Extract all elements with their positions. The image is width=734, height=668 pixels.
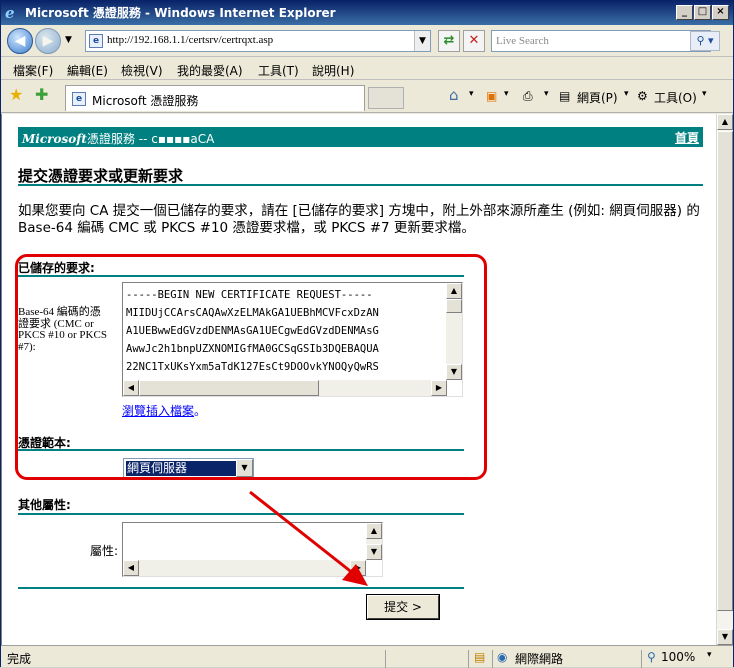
template-selected-value[interactable]: 網頁伺服器 [125, 460, 237, 477]
minimize-button[interactable]: _ [676, 5, 693, 20]
zoom-dropdown-icon[interactable]: ▾ [707, 650, 712, 660]
scroll-left-icon[interactable]: ◀ [123, 380, 139, 396]
stop-icon[interactable]: ✕ [463, 30, 485, 52]
home-dropdown-icon[interactable]: ▾ [469, 89, 474, 99]
status-separator [385, 650, 386, 668]
search-icon[interactable]: ⚲ ▾ [690, 31, 720, 51]
favorites-star-icon[interactable]: ★ [9, 87, 23, 103]
section-rule [18, 275, 464, 277]
menu-view[interactable]: 檢視(V) [121, 62, 163, 79]
submit-rule [18, 587, 464, 589]
annotation-arrow [249, 490, 368, 586]
print-icon[interactable]: ⎙ [523, 89, 533, 104]
banner-title: 憑證服務 -- c▪▪▪▪aCA [86, 132, 215, 146]
header-banner: Microsoft憑證服務 -- c▪▪▪▪aCA 首頁 [18, 127, 703, 147]
menu-help[interactable]: 說明(H) [312, 62, 354, 79]
browse-suffix: 。 [194, 404, 207, 418]
attr-scroll-left-icon[interactable]: ◀ [123, 560, 139, 576]
page-viewport: Microsoft憑證服務 -- c▪▪▪▪aCA 首頁 提交憑證要求或更新要求… [1, 114, 716, 645]
print-dropdown-icon[interactable]: ▾ [544, 89, 549, 99]
feeds-dropdown-icon[interactable]: ▾ [504, 89, 509, 99]
back-icon[interactable]: ◀ [7, 28, 33, 54]
vertical-scrollbar[interactable]: ▲ ▼ [446, 283, 462, 380]
attributes-label: 屬性: [90, 544, 119, 558]
scroll-up-icon[interactable]: ▲ [446, 283, 462, 299]
status-separator [492, 650, 493, 668]
tab-label: Microsoft 憑證服務 [92, 94, 199, 108]
request-text[interactable]: -----BEGIN NEW CERTIFICATE REQUEST----- … [126, 286, 379, 394]
status-text: 完成 [7, 652, 32, 666]
globe-icon: ◉ [497, 650, 508, 664]
page-icon: e [89, 34, 103, 48]
title-bar: e Microsoft 憑證服務 - Windows Internet Expl… [1, 1, 733, 25]
page-scroll-down-icon[interactable]: ▼ [717, 629, 733, 645]
status-separator [641, 650, 642, 668]
page-title: 提交憑證要求或更新要求 [18, 167, 184, 185]
scroll-right-icon[interactable]: ▶ [431, 380, 447, 396]
browse-row: 瀏覽插入檔案。 [122, 402, 206, 419]
forward-icon[interactable]: ▶ [35, 28, 61, 54]
tab-bar: ★ ✚ e Microsoft 憑證服務 ⌂ ▾ ▣ ▾ ⎙ ▾ ▤ 網頁(P)… [1, 81, 733, 113]
tools-dropdown-icon[interactable]: ▾ [702, 89, 707, 99]
intro-text: 如果您要向 CA 提交一個已儲存的要求，請在 [已儲存的要求] 方塊中，附上外部… [18, 203, 700, 236]
close-button[interactable]: × [712, 5, 729, 20]
maximize-button[interactable]: □ [694, 5, 711, 20]
new-tab-button[interactable] [368, 87, 404, 109]
horizontal-scrollbar[interactable]: ◀ ▶ [123, 380, 447, 396]
menu-bar: 檔案(F) 編輯(E) 檢視(V) 我的最愛(A) 工具(T) 說明(H) [1, 58, 733, 80]
protected-mode-icon: ▤ [474, 650, 486, 664]
page-scroll-up-icon[interactable]: ▲ [717, 114, 733, 130]
scroll-down-icon[interactable]: ▼ [446, 364, 462, 380]
menu-favorites[interactable]: 我的最愛(A) [177, 62, 243, 79]
address-url[interactable]: http://192.168.1.1/certsrv/certrqxt.asp [107, 34, 273, 46]
recent-pages-dropdown-icon[interactable]: ▼ [65, 35, 72, 45]
window-title: Microsoft 憑證服務 - Windows Internet Explor… [25, 6, 336, 20]
template-rule [18, 449, 464, 451]
refresh-icon[interactable]: ⇄ [438, 30, 460, 52]
base64-label: Base-64 編碼的憑證要求 (CMC or PKCS #10 or PKCS… [18, 306, 107, 353]
tools-menu[interactable]: 工具(O) [654, 89, 697, 106]
menu-file[interactable]: 檔案(F) [13, 62, 53, 79]
attributes-rule [18, 513, 464, 515]
zone-text: 網際網路 [515, 652, 564, 666]
home-icon[interactable]: ⌂ [449, 86, 459, 104]
address-row: ◀ ▶ ▼ e http://192.168.1.1/certsrv/certr… [1, 25, 733, 57]
scroll-thumb[interactable] [446, 299, 462, 313]
zoom-icon[interactable]: ⚲ [647, 650, 656, 664]
feeds-icon[interactable]: ▣ [486, 89, 497, 103]
tab-page-icon: e [72, 92, 86, 106]
zoom-level[interactable]: 100% [661, 650, 695, 664]
page-menu-icon: ▤ [559, 89, 571, 103]
template-select[interactable]: 網頁伺服器 ▼ [123, 458, 254, 478]
tools-gear-icon: ⚙ [637, 89, 648, 103]
page-menu[interactable]: 網頁(P) [577, 89, 618, 106]
ie-logo-icon: e [5, 4, 15, 22]
home-link[interactable]: 首頁 [675, 129, 699, 146]
search-input[interactable]: Live Search [491, 30, 711, 52]
heading-rule [18, 184, 703, 186]
chevron-down-icon[interactable]: ▼ [236, 459, 253, 477]
status-bar: 完成 ▤ ◉ 網際網路 ⚲ 100% ▾ [1, 645, 733, 668]
submit-button[interactable]: 提交 > [367, 595, 439, 619]
browser-window: e Microsoft 憑證服務 - Windows Internet Expl… [0, 0, 734, 668]
saved-request-textarea[interactable]: -----BEGIN NEW CERTIFICATE REQUEST----- … [122, 282, 463, 397]
page-scrollbar[interactable]: ▲ ▼ [716, 114, 733, 645]
saved-request-heading: 已儲存的要求: [18, 261, 95, 275]
address-bar[interactable]: e http://192.168.1.1/certsrv/certrqxt.as… [85, 30, 431, 52]
page-scroll-thumb[interactable] [717, 131, 733, 611]
menu-tools[interactable]: 工具(T) [258, 62, 299, 79]
page-menu-dropdown-icon[interactable]: ▾ [624, 89, 629, 99]
address-dropdown-icon[interactable]: ▼ [414, 31, 430, 51]
annotation-arrow-line [249, 490, 355, 576]
other-attributes-heading: 其他屬性: [18, 498, 71, 512]
add-favorite-icon[interactable]: ✚ [35, 87, 48, 103]
browse-insert-file-link[interactable]: 瀏覽插入檔案 [122, 404, 194, 418]
scroll-thumb-horizontal[interactable] [139, 380, 319, 396]
status-separator [468, 650, 469, 668]
tab-certificate-services[interactable]: e Microsoft 憑證服務 [65, 85, 365, 111]
brand-microsoft: Microsoft [22, 132, 87, 146]
menu-edit[interactable]: 編輯(E) [67, 62, 108, 79]
